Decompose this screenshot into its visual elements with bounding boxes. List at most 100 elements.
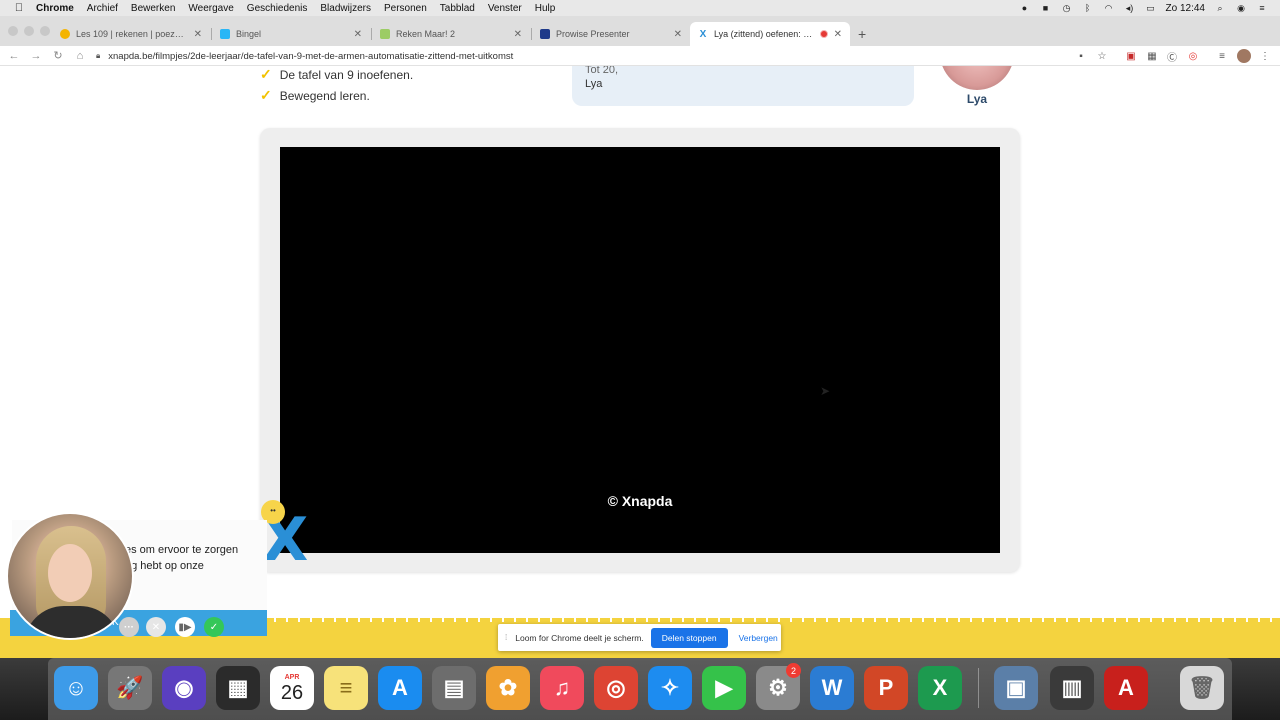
- loom-extension-icon[interactable]: ◎: [1186, 49, 1200, 63]
- video-player[interactable]: © Xnapda: [280, 147, 1000, 553]
- zoom-window-button[interactable]: [40, 26, 50, 36]
- tab-prowise-presenter[interactable]: Prowise Presenter ✕: [532, 22, 690, 46]
- notification-center-icon[interactable]: ≡: [1256, 3, 1268, 13]
- back-arrow-icon[interactable]: ←: [3, 50, 25, 62]
- menu-archief[interactable]: Archief: [87, 3, 118, 14]
- siri-icon[interactable]: ◉: [1235, 3, 1247, 13]
- loom-pause-button[interactable]: ▮▶: [175, 617, 195, 637]
- dock-glyph: ▦: [227, 675, 249, 700]
- chrome-icon: [60, 29, 70, 39]
- close-tab-icon[interactable]: ✕: [834, 29, 842, 40]
- close-tab-icon[interactable]: ✕: [354, 29, 362, 40]
- close-tab-icon[interactable]: ✕: [194, 29, 202, 40]
- dock-glyph: 🚀: [116, 675, 144, 700]
- bingel-icon: [220, 29, 230, 39]
- camera-access-icon[interactable]: ▪: [1074, 49, 1088, 63]
- close-tab-icon[interactable]: ✕: [674, 29, 682, 40]
- volume-icon[interactable]: ◂): [1124, 3, 1136, 13]
- checkmark-icon: ✓: [260, 87, 272, 103]
- dock-glyph: A: [392, 675, 408, 700]
- loom-finish-button[interactable]: ✓: [204, 617, 224, 637]
- menubar-clock[interactable]: Zo 12:44: [1166, 3, 1205, 14]
- video-watermark: © Xnapda: [607, 493, 673, 509]
- dock-notes-icon[interactable]: ≡: [324, 666, 368, 710]
- loom-more-button[interactable]: ···: [119, 617, 139, 637]
- dock-glyph: 🗑: [1188, 675, 1216, 700]
- home-icon[interactable]: ⌂: [69, 50, 91, 62]
- bookmark-star-icon[interactable]: ☆: [1095, 49, 1109, 63]
- dock-siri-icon[interactable]: ◉: [162, 666, 206, 710]
- extension-c-icon[interactable]: Ⓒ: [1165, 49, 1179, 64]
- dock-music-icon[interactable]: ♫: [540, 666, 584, 710]
- dock-safari-icon[interactable]: ✧: [648, 666, 692, 710]
- loom-cancel-button[interactable]: ✕: [146, 617, 166, 637]
- dock-facetime-icon[interactable]: ▶: [702, 666, 746, 710]
- tab-lya-oefenen[interactable]: X Lya (zittend) oefenen: De t ✕: [690, 22, 850, 46]
- address-bar[interactable]: 🔒︎ xnapda.be/filmpjes/2de-leerjaar/de-ta…: [96, 47, 1096, 65]
- camera-icon[interactable]: ■: [1040, 3, 1052, 13]
- tab-bingel[interactable]: Bingel ✕: [212, 22, 370, 46]
- dock-trash-icon[interactable]: 🗑: [1180, 666, 1224, 710]
- dock-photos-icon[interactable]: ✿: [486, 666, 530, 710]
- forward-arrow-icon[interactable]: →: [25, 50, 47, 62]
- stop-sharing-button[interactable]: Delen stoppen: [650, 627, 728, 648]
- menu-bewerken[interactable]: Bewerken: [131, 3, 175, 14]
- close-tab-icon[interactable]: ✕: [514, 29, 522, 40]
- menu-tabblad[interactable]: Tabblad: [440, 3, 475, 14]
- dock-chrome-icon[interactable]: ◎: [594, 666, 638, 710]
- chrome-tabstrip: Les 109 | rekenen | poezenklas ✕ Bingel …: [0, 16, 1280, 46]
- dock-glyph: ☺: [64, 675, 88, 700]
- tab-les-109[interactable]: Les 109 | rekenen | poezenklas ✕: [52, 22, 210, 46]
- reading-list-icon[interactable]: ≡: [1215, 49, 1229, 63]
- menu-hulp[interactable]: Hulp: [535, 3, 556, 14]
- dock-finder-icon[interactable]: ☺: [54, 666, 98, 710]
- dock-glyph: ◎: [606, 675, 626, 700]
- menu-weergave[interactable]: Weergave: [188, 3, 233, 14]
- wifi-icon[interactable]: ◠: [1103, 3, 1115, 13]
- dock-acrobat-icon[interactable]: A: [1104, 666, 1148, 710]
- profile-avatar-icon[interactable]: [1237, 49, 1251, 63]
- reload-icon[interactable]: ↻: [47, 49, 69, 62]
- notification-badge: 2: [786, 663, 801, 678]
- menu-geschiedenis[interactable]: Geschiedenis: [247, 3, 308, 14]
- menu-bladwijzers[interactable]: Bladwijzers: [320, 3, 371, 14]
- tab-reken-maar[interactable]: Reken Maar! 2 ✕: [372, 22, 530, 46]
- spotlight-search-icon[interactable]: ⌕: [1214, 3, 1226, 13]
- dock-word-icon[interactable]: W: [810, 666, 854, 710]
- menu-app-chrome[interactable]: Chrome: [36, 3, 74, 14]
- dock-calendar-icon[interactable]: APR 26: [270, 666, 314, 710]
- dock-glyph: ⚙: [768, 675, 788, 700]
- microphone-icon[interactable]: ●: [1019, 3, 1031, 13]
- tab-title: Les 109 | rekenen | poezenklas: [76, 29, 188, 39]
- menu-personen[interactable]: Personen: [384, 3, 427, 14]
- loom-webcam-bubble[interactable]: [6, 512, 134, 640]
- dock-launchpad-icon[interactable]: 🚀: [108, 666, 152, 710]
- lock-icon[interactable]: 🔒︎: [96, 51, 100, 61]
- extension-red-icon[interactable]: ▣: [1124, 49, 1138, 63]
- battery-icon[interactable]: ▭: [1145, 3, 1157, 13]
- minimize-window-button[interactable]: [24, 26, 34, 36]
- new-tab-button[interactable]: +: [858, 27, 866, 41]
- dock-calculator-icon[interactable]: ▤: [432, 666, 476, 710]
- drag-handle-icon[interactable]: ⁞: [505, 633, 507, 642]
- chrome-menu-icon[interactable]: ⋮: [1258, 49, 1272, 63]
- loom-text-line: ng hebt op onze: [125, 560, 204, 572]
- tab-title: Lya (zittend) oefenen: De t: [714, 29, 814, 39]
- tab-title: Prowise Presenter: [556, 29, 630, 39]
- dock-excel-icon[interactable]: X: [918, 666, 962, 710]
- hide-notification-button[interactable]: Verbergen: [739, 633, 778, 643]
- prowise-icon: [540, 29, 550, 39]
- dock-powerpoint-icon[interactable]: P: [864, 666, 908, 710]
- bluetooth-icon[interactable]: ᛒ: [1082, 3, 1094, 13]
- extension-grid-icon[interactable]: ▦: [1145, 49, 1159, 63]
- dock-appstore-icon[interactable]: A: [378, 666, 422, 710]
- avatar: [940, 66, 1014, 90]
- tab-title: Bingel: [236, 29, 262, 39]
- time-machine-icon[interactable]: ◷: [1061, 3, 1073, 13]
- apple-icon[interactable]: : [12, 2, 26, 14]
- close-window-button[interactable]: [8, 26, 18, 36]
- menu-venster[interactable]: Venster: [488, 3, 522, 14]
- dock-mission-icon[interactable]: ▦: [216, 666, 260, 710]
- dock-preview-icon[interactable]: ▣: [994, 666, 1038, 710]
- dock-photobooth-icon[interactable]: ▥: [1050, 666, 1094, 710]
